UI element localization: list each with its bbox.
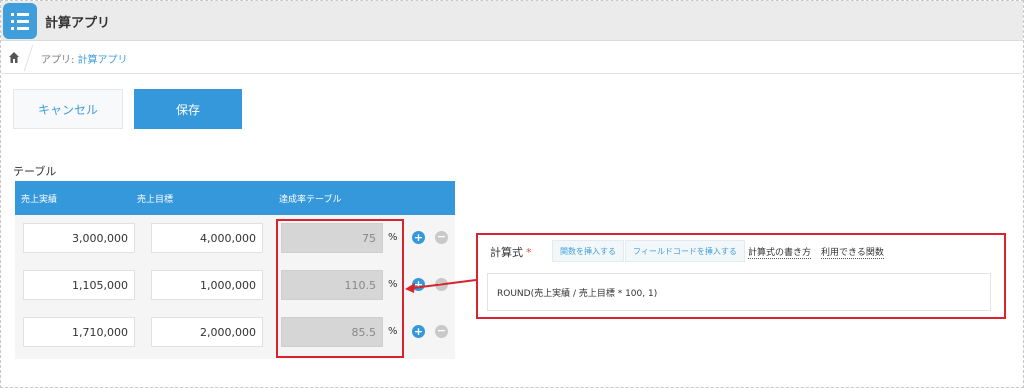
add-row-icon[interactable]: + [412, 231, 425, 244]
target-input[interactable]: 2,000,000 [151, 317, 263, 347]
save-button[interactable]: 保存 [134, 89, 242, 129]
home-icon[interactable] [9, 52, 19, 63]
required-mark: * [526, 246, 532, 259]
breadcrumb-app-link[interactable]: 計算アプリ [78, 55, 128, 66]
insert-function-button[interactable]: 関数を挿入する [552, 240, 624, 262]
remove-row-icon[interactable]: − [435, 325, 448, 338]
page-title: 計算アプリ [45, 16, 111, 31]
breadcrumb-path: アプリ: 計算アプリ [41, 51, 128, 66]
table-label: テーブル [13, 165, 57, 178]
actual-input[interactable]: 1,105,000 [23, 270, 135, 300]
formula-settings-panel: 計算式 * 関数を挿入する フィールドコードを挿入する 計算式の書き方 利用できる… [476, 233, 1006, 319]
add-row-icon[interactable]: + [412, 325, 425, 338]
breadcrumb-divider [23, 45, 34, 71]
remove-row-icon[interactable]: − [435, 278, 448, 291]
breadcrumb: アプリ: 計算アプリ [1, 42, 1023, 74]
formula-label-text: 計算式 [490, 246, 523, 259]
breadcrumb-prefix: アプリ: [41, 55, 78, 66]
cancel-button[interactable]: キャンセル [13, 89, 123, 129]
formula-label: 計算式 * [490, 244, 532, 260]
column-header-target: 売上目標 [137, 195, 174, 205]
add-row-icon[interactable]: + [412, 278, 425, 291]
target-input[interactable]: 4,000,000 [151, 223, 263, 253]
column-header-rate: 達成率テーブル [279, 195, 342, 205]
actual-input[interactable]: 1,710,000 [23, 317, 135, 347]
insert-field-code-button[interactable]: フィールドコードを挿入する [625, 240, 745, 262]
remove-row-icon[interactable]: − [435, 231, 448, 244]
column-header-actual: 売上実績 [21, 195, 58, 205]
app-window: 計算アプリ アプリ: 計算アプリ キャンセル 保存 テーブル 売上実績 売上目標… [0, 0, 1024, 388]
app-header: 計算アプリ [1, 1, 1023, 41]
how-to-write-formula-link[interactable]: 計算式の書き方 [748, 245, 812, 259]
target-input[interactable]: 1,000,000 [151, 270, 263, 300]
table-header: 売上実績 売上目標 達成率テーブル [15, 181, 455, 215]
highlight-box-rate-column [276, 219, 404, 358]
formula-input[interactable]: ROUND(売上実績 / 売上目標 * 100, 1) [487, 273, 991, 311]
available-functions-link[interactable]: 利用できる関数 [821, 245, 884, 259]
list-app-icon[interactable] [3, 3, 37, 39]
actual-input[interactable]: 3,000,000 [23, 223, 135, 253]
